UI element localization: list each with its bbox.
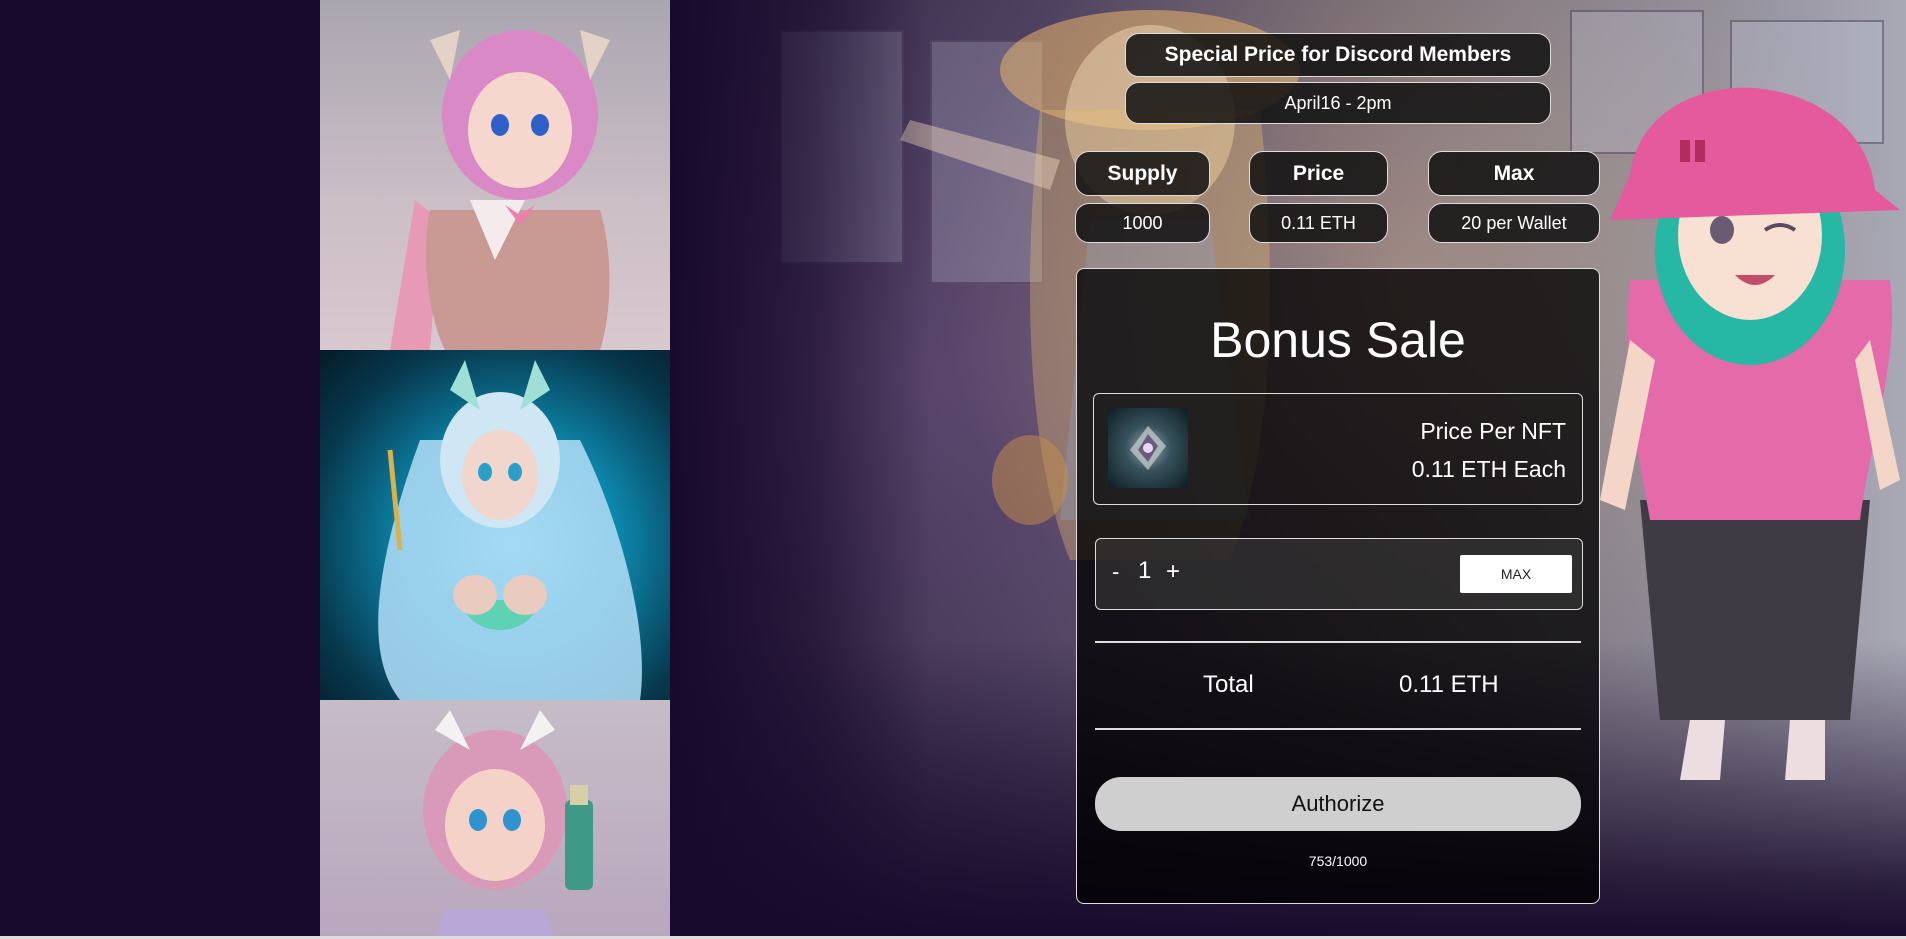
promo-date: April16 - 2pm — [1125, 82, 1551, 124]
quantity-stepper: - 1 + MAX — [1095, 538, 1583, 610]
quantity-value: 1 — [1138, 557, 1152, 584]
gallery-image-pink-bob — [320, 700, 670, 939]
price-per-nft-label: Price Per NFT — [1420, 418, 1566, 444]
total-value: 0.11 ETH — [1399, 671, 1499, 698]
nft-thumbnail — [1108, 408, 1188, 488]
price-value: 0.11 ETH — [1249, 203, 1388, 243]
authorize-button[interactable]: Authorize — [1095, 777, 1581, 831]
sale-title: Bonus Sale — [1210, 312, 1466, 368]
decrease-button[interactable]: - — [1112, 559, 1119, 585]
divider-top — [1095, 641, 1581, 643]
pink-bob-character — [423, 710, 593, 939]
blue-hair-character — [378, 360, 642, 700]
pink-hair-character — [390, 30, 610, 350]
pink-hat-character — [1600, 87, 1900, 780]
total-label: Total — [1203, 671, 1254, 698]
supply-label: Supply — [1075, 151, 1210, 196]
minted-count: 753/1000 — [1308, 853, 1368, 869]
max-button[interactable]: MAX — [1460, 555, 1572, 593]
supply-value: 1000 — [1075, 203, 1210, 243]
crystal-icon — [1130, 426, 1166, 470]
promo-title: Special Price for Discord Members — [1125, 33, 1551, 77]
price-per-nft-value: 0.11 ETH Each — [1411, 456, 1566, 482]
divider-bottom — [1095, 728, 1581, 730]
product-row: Price Per NFT 0.11 ETH Each — [1093, 393, 1583, 505]
increase-button[interactable]: + — [1166, 558, 1180, 586]
character-gallery — [320, 0, 670, 939]
max-value: 20 per Wallet — [1428, 203, 1600, 243]
price-label: Price — [1249, 151, 1388, 196]
gallery-image-blue-hair — [320, 350, 670, 700]
max-label: Max — [1428, 151, 1600, 196]
gallery-image-pink-hair — [320, 0, 670, 350]
sale-card: Bonus Sale Price Per NFT 0.11 ETH Each -… — [1076, 268, 1600, 904]
